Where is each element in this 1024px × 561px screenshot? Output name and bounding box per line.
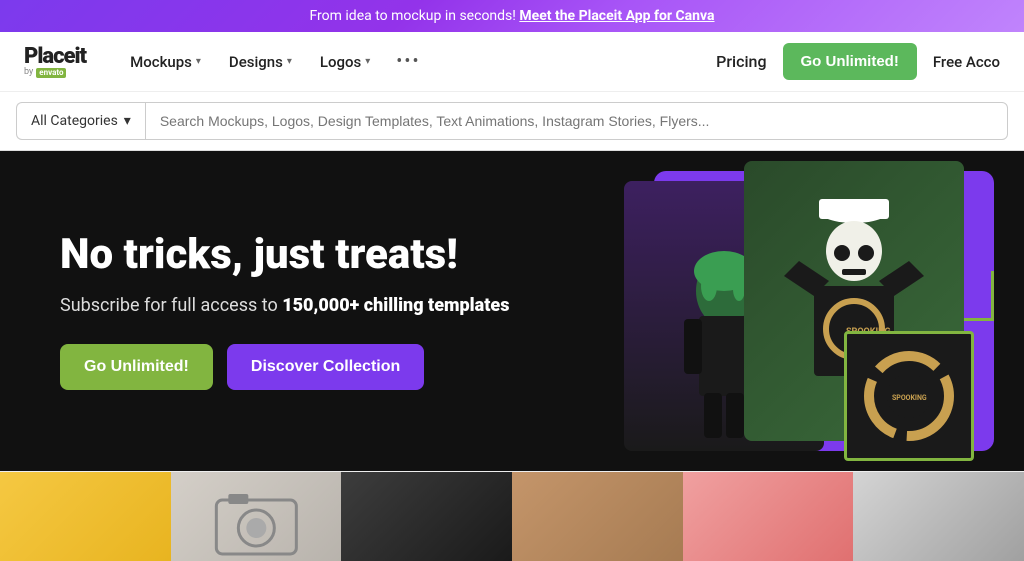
go-unlimited-nav-button[interactable]: Go Unlimited! <box>783 43 917 80</box>
camera-icon <box>171 472 342 561</box>
nav-item-mockups[interactable]: Mockups ▾ <box>118 45 213 79</box>
snake-circle-right-svg: SPOOKING <box>859 346 959 446</box>
nav-designs-label: Designs <box>229 53 283 71</box>
list-item[interactable] <box>853 472 1024 561</box>
chevron-down-icon: ▾ <box>124 113 131 129</box>
nav-right: Pricing Go Unlimited! Free Acco <box>716 43 1000 80</box>
bottom-thumbnail-strip <box>0 471 1024 561</box>
banner-text: From idea to mockup in seconds! <box>310 8 516 24</box>
nav-item-designs[interactable]: Designs ▾ <box>217 45 304 79</box>
go-unlimited-hero-button[interactable]: Go Unlimited! <box>60 344 213 390</box>
list-item[interactable] <box>683 472 854 561</box>
search-input[interactable] <box>160 113 993 129</box>
hero-subtitle-prefix: Subscribe for full access to <box>60 295 282 316</box>
nav-mockups-label: Mockups <box>130 53 192 71</box>
hero-section: No tricks, just treats! Subscribe for fu… <box>0 151 1024 471</box>
discover-collection-button[interactable]: Discover Collection <box>227 344 424 390</box>
chevron-down-icon: ▾ <box>287 56 292 67</box>
hero-small-card-right: SPOOKING <box>844 331 974 461</box>
nav-links: Mockups ▾ Designs ▾ Logos ▾ ••• <box>118 43 716 80</box>
hero-subtitle-highlight: 150,000+ chilling templates <box>282 295 509 316</box>
svg-text:SPOOKING: SPOOKING <box>892 394 927 402</box>
logo-placeit-text: Placeit <box>24 46 86 68</box>
logo-by-text: by envato <box>24 68 86 78</box>
nav-item-logos[interactable]: Logos ▾ <box>308 45 382 79</box>
hero-images: SPOOKING SPOOKING SPOOKING <box>544 151 1024 471</box>
more-dots-icon: ••• <box>396 51 420 72</box>
search-input-wrap <box>145 102 1008 140</box>
hero-title: No tricks, just treats! <box>60 232 509 278</box>
nav-pricing-link[interactable]: Pricing <box>716 52 766 71</box>
top-banner: From idea to mockup in seconds! Meet the… <box>0 0 1024 32</box>
banner-link[interactable]: Meet the Placeit App for Canva <box>519 8 714 24</box>
nav-more-button[interactable]: ••• <box>386 43 430 80</box>
list-item[interactable] <box>341 472 512 561</box>
hero-buttons: Go Unlimited! Discover Collection <box>60 344 509 390</box>
hero-subtitle: Subscribe for full access to 150,000+ ch… <box>60 295 509 316</box>
search-bar: All Categories ▾ <box>0 92 1024 151</box>
envato-badge: envato <box>36 68 66 78</box>
hero-content: No tricks, just treats! Subscribe for fu… <box>0 192 569 429</box>
nav-free-account-link[interactable]: Free Acco <box>933 53 1000 71</box>
navbar: Placeit by envato Mockups ▾ Designs ▾ Lo… <box>0 32 1024 92</box>
chevron-down-icon: ▾ <box>196 56 201 67</box>
list-item[interactable] <box>512 472 683 561</box>
category-dropdown[interactable]: All Categories ▾ <box>16 102 145 140</box>
chevron-down-icon: ▾ <box>365 56 370 67</box>
list-item[interactable] <box>0 472 171 561</box>
nav-logos-label: Logos <box>320 53 361 71</box>
logo[interactable]: Placeit by envato <box>24 46 86 78</box>
category-label: All Categories <box>31 113 118 129</box>
list-item[interactable] <box>171 472 342 561</box>
